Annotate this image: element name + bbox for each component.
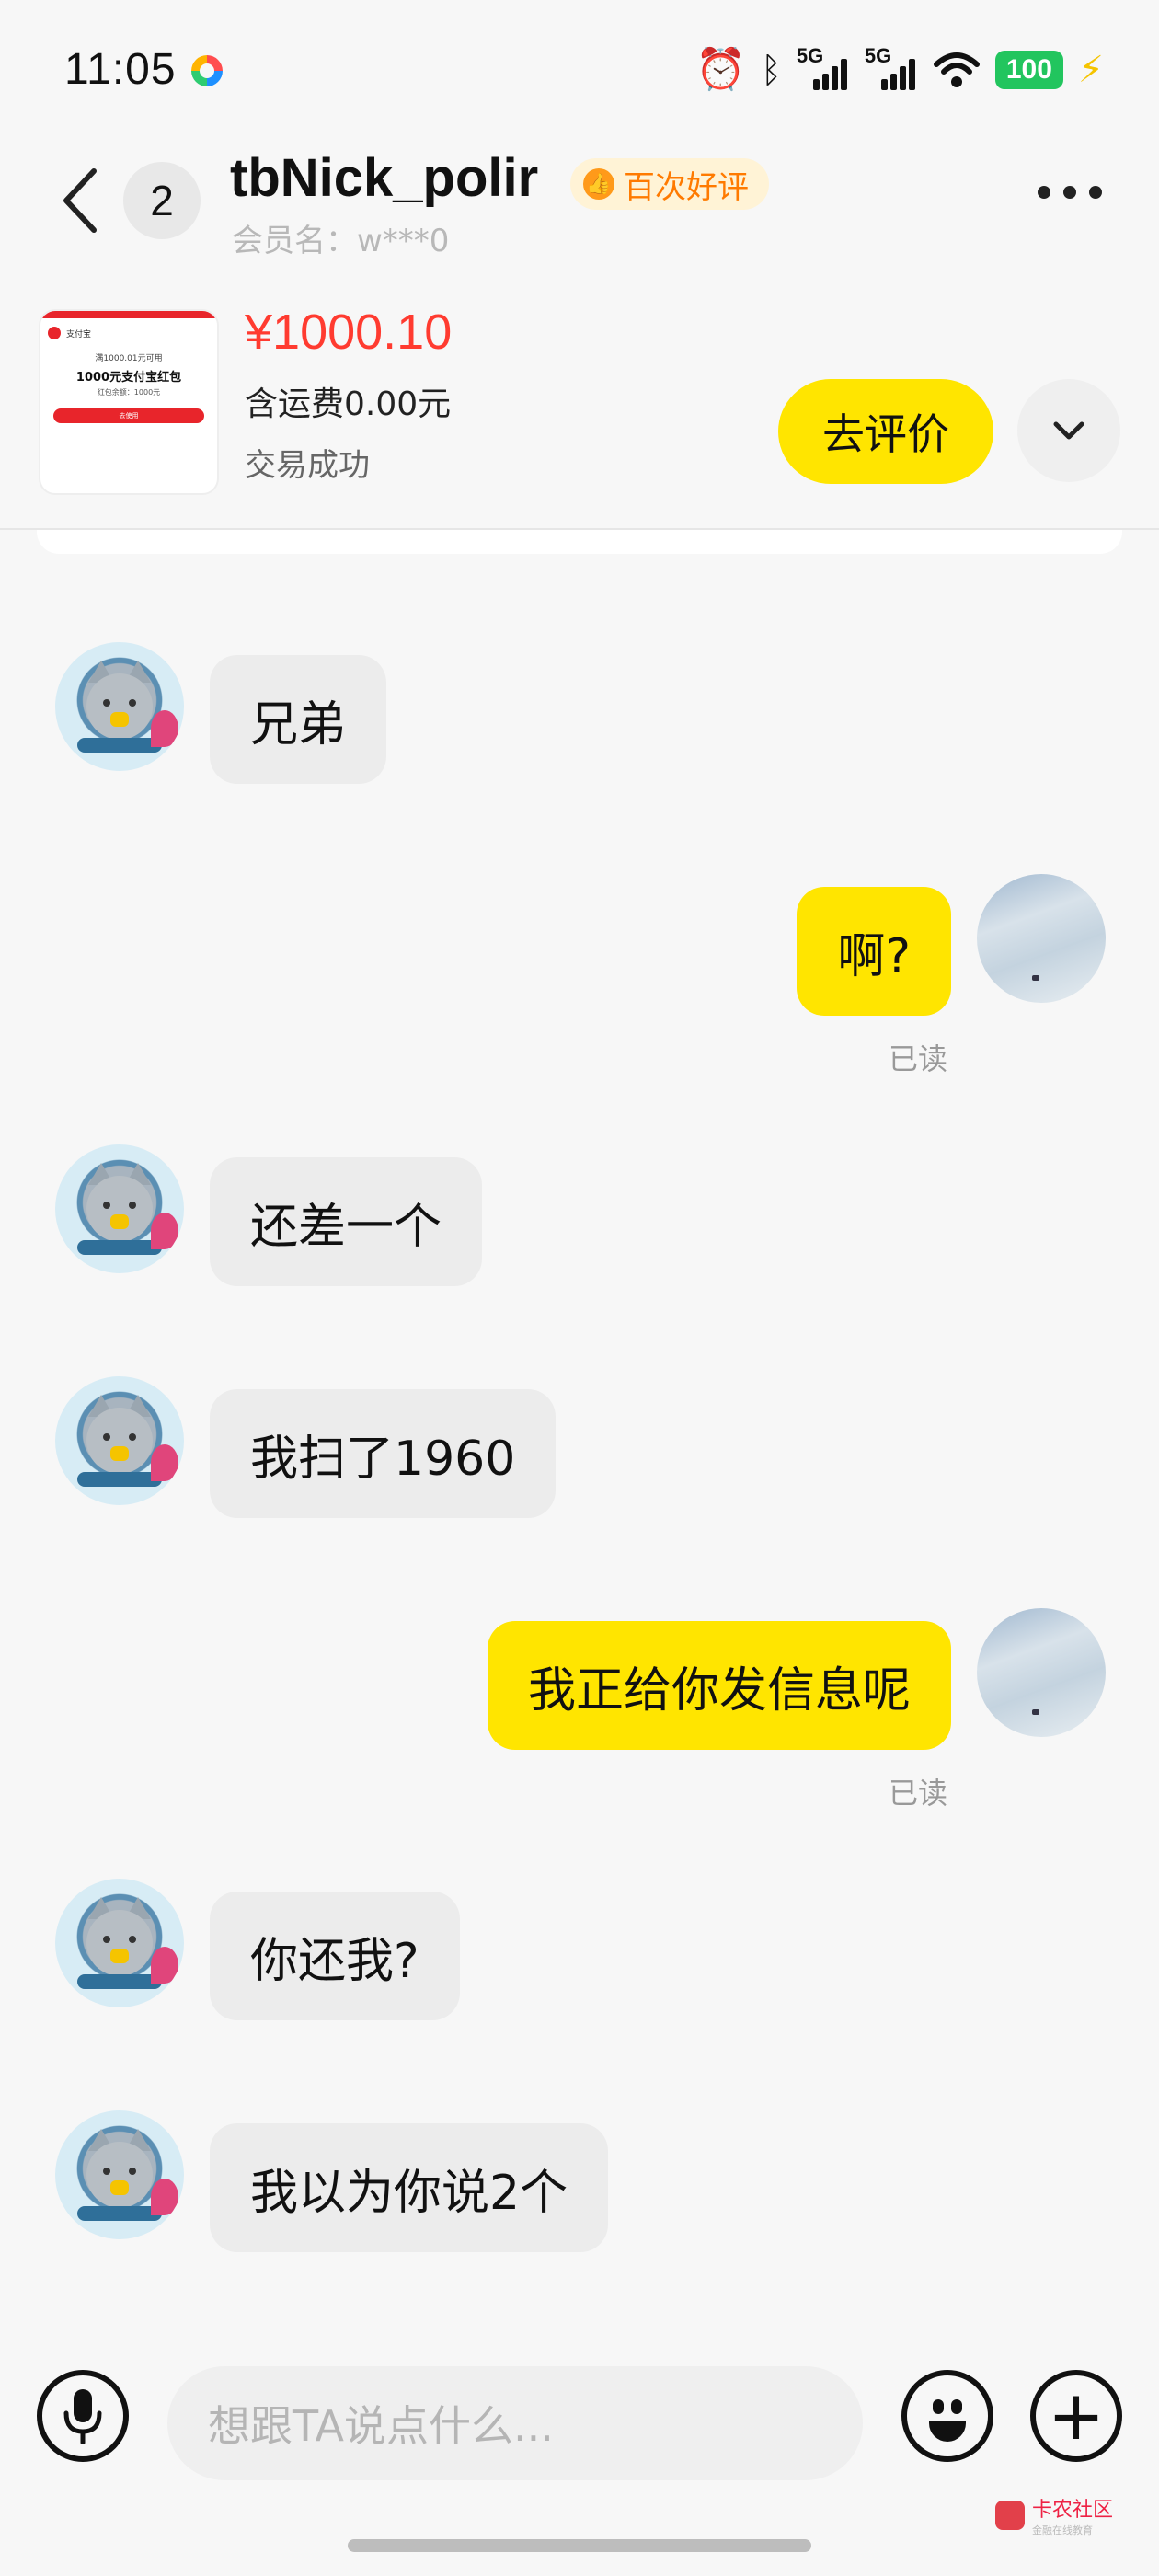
clock: 11:05 [64, 45, 177, 94]
thumb-use-button: 去使用 [53, 408, 204, 423]
plus-icon: + [1047, 2376, 1105, 2455]
status-bar: 11:05 ⏰ ᛒ 5G 5G 100 ⚡ [0, 0, 1159, 138]
thumb-condition: 满1000.01元可用 [95, 354, 163, 363]
more-dot-icon [1089, 186, 1102, 199]
order-status: 交易成功 [245, 447, 370, 484]
more-dot-icon [1063, 186, 1076, 199]
message-input[interactable]: 想跟TA说点什么... [167, 2366, 863, 2480]
more-options-button[interactable] [1038, 186, 1102, 199]
reputation-badge: 👍 百次好评 [570, 158, 769, 210]
my-avatar[interactable] [977, 1608, 1106, 1737]
network-type-label: 5G [796, 44, 824, 67]
chat-partner-name[interactable]: tbNick_polir [230, 147, 538, 209]
alarm-icon: ⏰ [695, 46, 747, 93]
status-icons: ⏰ ᛒ 5G 5G 100 ⚡ [695, 44, 1104, 94]
expand-order-button[interactable] [1017, 379, 1120, 482]
signal-icon-2: 5G [865, 44, 918, 92]
message-bubble-incoming[interactable]: 兄弟 [210, 655, 387, 784]
thumb-brand: 支付宝 [66, 329, 92, 339]
rate-button[interactable]: 去评价 [778, 379, 993, 484]
emoji-mouth-icon [929, 2421, 966, 2442]
partner-avatar[interactable] [55, 1376, 184, 1505]
home-indicator[interactable] [348, 2539, 811, 2552]
microphone-icon [63, 2389, 102, 2444]
chevron-left-icon [63, 168, 97, 233]
thumbs-up-icon: 👍 [583, 168, 614, 200]
message-bubble-incoming[interactable]: 我以为你说2个 [210, 2123, 609, 2252]
message-bubble-outgoing[interactable]: 我正给你发信息呢 [487, 1621, 951, 1750]
input-bar: 想跟TA说点什么... + [0, 2337, 1159, 2502]
reputation-badge-label: 百次好评 [624, 168, 749, 206]
member-name: 会员名：w***0 [232, 223, 450, 259]
voice-input-button[interactable] [37, 2370, 129, 2462]
back-button[interactable] [57, 164, 103, 237]
unread-count-badge[interactable]: 2 [123, 162, 201, 239]
signal-icon-1: 5G [797, 44, 850, 92]
more-dot-icon [1038, 186, 1050, 199]
partner-avatar[interactable] [55, 1144, 184, 1273]
thumb-balance: 红包余额：1000元 [97, 388, 161, 397]
message-bubble-incoming[interactable]: 还差一个 [210, 1157, 483, 1286]
message-bubble-outgoing[interactable]: 啊? [797, 887, 951, 1016]
shipping-info: 含运费0.00元 [245, 385, 452, 423]
partner-avatar[interactable] [55, 1879, 184, 2007]
partner-avatar[interactable] [55, 642, 184, 771]
order-price: ¥1000.10 [245, 305, 453, 360]
thumb-title: 1000元支付宝红包 [75, 371, 182, 385]
product-thumbnail[interactable]: 支付宝 满1000.01元可用 1000元支付宝红包 红包余额：1000元 去使… [39, 309, 219, 495]
watermark-title: 卡农社区 [1032, 2499, 1114, 2522]
app-notification-icon [191, 55, 223, 86]
emoji-eye-icon [951, 2399, 962, 2414]
watermark: 卡农社区金融在线教育 [995, 2493, 1113, 2537]
battery-icon: 100 [994, 51, 1063, 89]
emoji-button[interactable] [901, 2370, 993, 2462]
my-avatar[interactable] [977, 874, 1106, 1003]
charging-icon: ⚡ [1077, 49, 1104, 91]
watermark-subtitle: 金融在线教育 [1032, 2524, 1093, 2536]
watermark-logo-icon [995, 2501, 1025, 2530]
chevron-down-icon [1053, 421, 1084, 440]
network-type-label: 5G [864, 44, 892, 67]
emoji-eye-icon [933, 2399, 944, 2414]
card-shadow [37, 530, 1122, 554]
partner-avatar[interactable] [55, 2110, 184, 2239]
wifi-icon [933, 52, 980, 87]
read-receipt: 已读 [889, 1041, 948, 1076]
message-bubble-incoming[interactable]: 我扫了1960 [210, 1389, 557, 1518]
read-receipt: 已读 [889, 1776, 948, 1811]
more-actions-button[interactable]: + [1030, 2370, 1122, 2462]
message-bubble-incoming[interactable]: 你还我? [210, 1892, 460, 2020]
bluetooth-icon: ᛒ [761, 50, 782, 90]
order-card[interactable]: 支付宝 满1000.01元可用 1000元支付宝红包 红包余额：1000元 去使… [0, 285, 1159, 530]
alipay-logo-icon [48, 327, 61, 339]
